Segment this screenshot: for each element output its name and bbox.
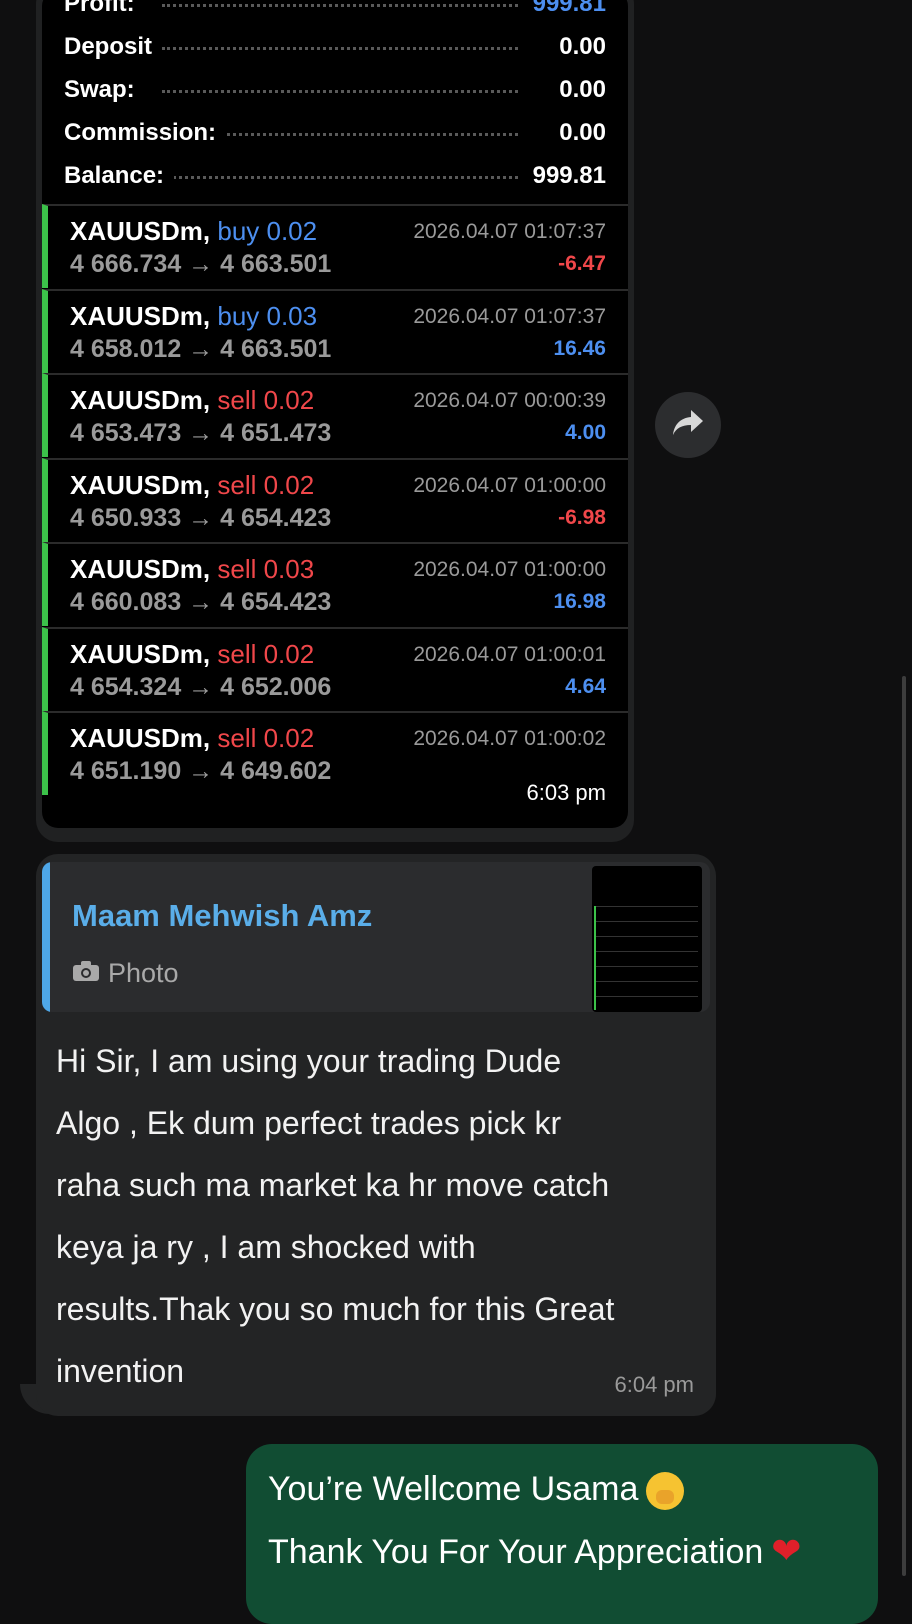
- red-heart-emoji-icon: ❤: [771, 1530, 802, 1571]
- trade-prices: 4 666.734 → 4 663.501: [70, 250, 332, 278]
- trade-symbol: XAUUSDm, buy 0.03: [70, 300, 318, 331]
- trade-symbol: XAUUSDm, sell 0.03: [70, 554, 315, 584]
- trade-side: buy 0.02: [217, 216, 318, 246]
- summary-label: Balance:: [64, 162, 175, 190]
- trade-prices: 4 658.012 → 4 663.501: [70, 334, 332, 363]
- outgoing-line-1-text: You’re Wellcome Usama: [268, 1470, 639, 1508]
- trade-prices: 4 654.324 → 4 652.006: [70, 672, 332, 701]
- thumb-divider: [596, 996, 698, 997]
- message-timestamp: 6:03 pm: [526, 780, 607, 805]
- summary-value: 999.81: [522, 162, 606, 190]
- outgoing-line-1: You’re Wellcome Usama: [268, 1470, 685, 1511]
- trade-side: sell 0.02: [217, 469, 315, 500]
- trade-profit: 16.46: [553, 336, 606, 360]
- trade-profit: 16.98: [553, 590, 606, 613]
- summary-label: Swap:: [64, 76, 145, 104]
- quoted-message[interactable]: Maam Mehwish Amz Photo: [42, 862, 710, 1012]
- message-text-line: raha such ma market ka hr move catch: [56, 1167, 610, 1203]
- trade-row: XAUUSDm, buy 0.03 4 658.012 → 4 663.501 20…: [42, 288, 628, 373]
- trade-profit: -6.98: [558, 505, 606, 529]
- trade-time: 2026.04.07 01:00:02: [413, 727, 606, 750]
- dotted-leader: [162, 90, 518, 93]
- trade-symbol: XAUUSDm, sell 0.02: [70, 723, 315, 753]
- forward-button[interactable]: [655, 392, 721, 458]
- trade-symbol: XAUUSDm, sell 0.02: [70, 469, 315, 500]
- trade-row: XAUUSDm, sell 0.02 4 650.933 → 4 654.423 2…: [42, 457, 628, 542]
- summary-row: Commission: 0.00: [42, 113, 628, 153]
- message-text-line: results.Thak you so much for this Great: [56, 1291, 615, 1327]
- trade-side: sell 0.03: [217, 554, 315, 584]
- summary-row: Swap: 0.00: [42, 70, 628, 110]
- thumb-divider: [596, 921, 698, 922]
- trade-prices: 4 660.083 → 4 654.423: [70, 588, 332, 616]
- thumb-divider: [596, 951, 698, 952]
- trade-prices: 4 650.933 → 4 654.423: [70, 503, 332, 532]
- dotted-leader: [162, 176, 518, 179]
- thumb-divider: [596, 966, 698, 967]
- scrollbar[interactable]: [902, 676, 906, 1576]
- forward-arrow-icon: [671, 408, 705, 443]
- quote-kind: Photo: [72, 958, 179, 989]
- summary-row: Profit: 999.81: [42, 0, 628, 24]
- outgoing-message-bubble[interactable]: You’re Wellcome Usama Thank You For Your…: [246, 1444, 878, 1624]
- trade-row: XAUUSDm, sell 0.03 4 660.083 → 4 654.423 2…: [42, 542, 628, 626]
- quote-accent-bar: [42, 862, 50, 1012]
- photo-message-bubble[interactable]: Profit: 999.81 Deposit 0.00 Swap: 0.00 Commiss…: [36, 0, 634, 842]
- quote-kind-label: Photo: [108, 958, 179, 988]
- trade-symbol: XAUUSDm, sell 0.02: [70, 385, 315, 415]
- trade-row: XAUUSDm, buy 0.02 4 666.734 → 4 663.501 20…: [42, 204, 628, 288]
- trade-symbol: XAUUSDm, buy 0.02: [70, 216, 318, 246]
- message-text-line: Algo , Ek dum perfect trades pick kr: [56, 1105, 562, 1141]
- hand-over-mouth-emoji-icon: [646, 1472, 685, 1511]
- trade-profit: -6.47: [558, 252, 606, 275]
- summary-row: Deposit 0.00: [42, 27, 628, 67]
- summary-value: 999.81: [522, 0, 606, 18]
- dotted-leader: [162, 47, 518, 50]
- trade-side: sell 0.02: [217, 723, 315, 753]
- summary-label: Deposit: [64, 33, 163, 61]
- thumb-divider: [596, 906, 698, 907]
- message-text-line: keya ja ry , I am shocked with: [56, 1229, 476, 1265]
- trade-time: 2026.04.07 01:07:37: [413, 220, 606, 243]
- trade-prices: 4 651.190 → 4 649.602: [70, 757, 332, 785]
- trade-profit: 4.00: [565, 421, 606, 444]
- quote-sender-name: Maam Mehwish Amz: [72, 898, 373, 933]
- message-text-line: Hi Sir, I am using your trading Dude: [56, 1043, 562, 1079]
- trade-time: 2026.04.07 00:00:39: [413, 389, 606, 412]
- trade-time: 2026.04.07 01:00:00: [413, 558, 606, 581]
- trade-profit: 4.64: [565, 674, 606, 698]
- summary-value: 0.00: [549, 119, 606, 147]
- summary-row: Balance: 999.81: [42, 156, 628, 196]
- thumb-divider: [596, 981, 698, 982]
- trade-time: 2026.04.07 01:00:01: [413, 642, 606, 666]
- trading-history-screenshot[interactable]: Profit: 999.81 Deposit 0.00 Swap: 0.00 Commiss…: [42, 0, 628, 828]
- outgoing-line-2: Thank You For Your Appreciation ❤: [268, 1530, 801, 1572]
- trade-time: 2026.04.07 01:07:37: [413, 304, 606, 328]
- summary-value: 0.00: [549, 33, 606, 61]
- summary-label: Profit:: [64, 0, 145, 18]
- trade-symbol: XAUUSDm, sell 0.02: [70, 638, 315, 669]
- thumb-divider: [596, 936, 698, 937]
- outgoing-line-2-text: Thank You For Your Appreciation: [268, 1533, 764, 1571]
- summary-value: 0.00: [549, 76, 606, 104]
- trade-prices: 4 653.473 → 4 651.473: [70, 419, 332, 447]
- quote-thumbnail: [592, 866, 702, 1012]
- dotted-leader: [162, 4, 518, 7]
- message-text-line: invention: [56, 1353, 185, 1389]
- trade-time: 2026.04.07 01:00:00: [413, 473, 606, 497]
- trade-row: XAUUSDm, sell 0.02 4 653.473 → 4 651.473 2…: [42, 373, 628, 457]
- message-timestamp: 6:04 pm: [614, 1372, 695, 1397]
- trade-side: buy 0.03: [217, 300, 318, 331]
- message-text: Hi Sir, I am using your trading Dude Algo…: [56, 1030, 692, 1402]
- trade-side: sell 0.02: [217, 638, 315, 669]
- trade-side: sell 0.02: [217, 385, 315, 415]
- camera-icon: [72, 958, 100, 989]
- thumb-green-bar: [594, 906, 596, 1010]
- trade-row: XAUUSDm, sell 0.02 4 654.324 → 4 652.006 2…: [42, 626, 628, 711]
- summary-label: Commission:: [64, 119, 227, 147]
- incoming-message-bubble[interactable]: Maam Mehwish Amz Photo Hi Sir, I am usin…: [36, 854, 716, 1416]
